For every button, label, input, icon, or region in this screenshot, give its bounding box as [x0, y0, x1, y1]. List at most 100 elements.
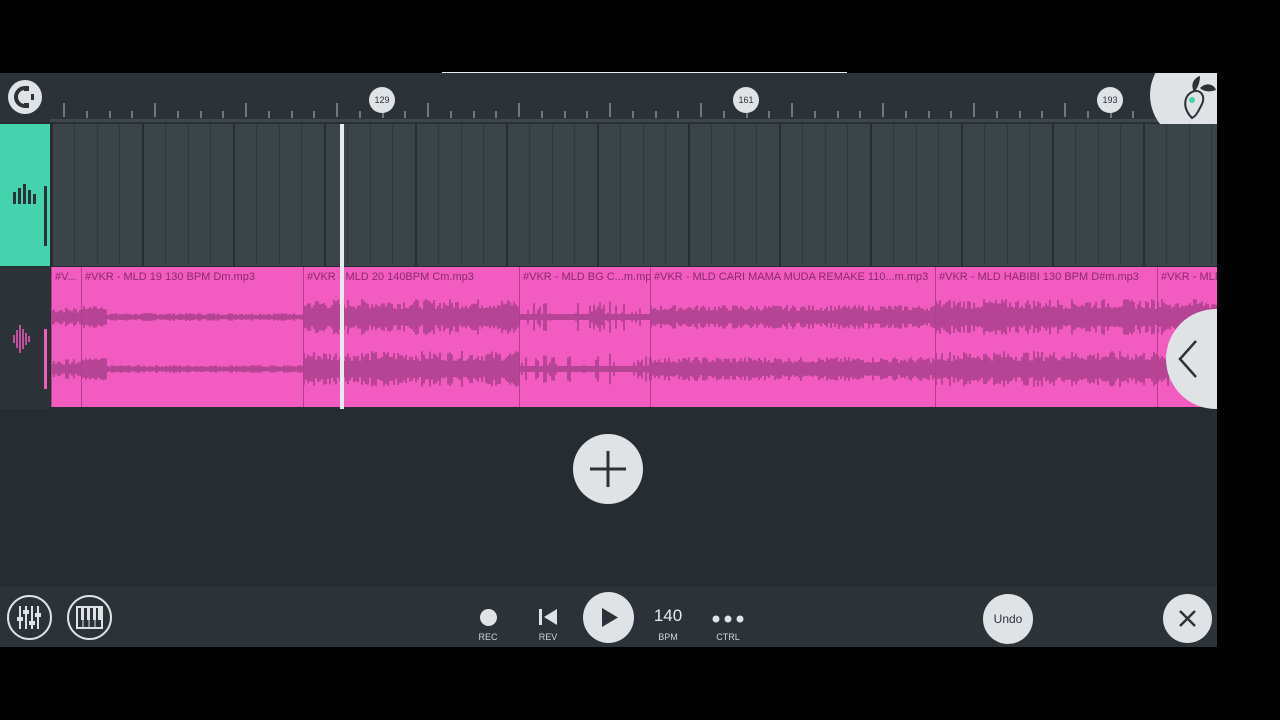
grid-line — [1075, 124, 1076, 266]
grid-line — [643, 124, 644, 266]
grid-line — [324, 124, 326, 266]
chevron-left-icon — [1178, 340, 1197, 378]
audio-clip[interactable]: #VKR - MLD 19 130 BPM Dm.mp3 — [81, 267, 304, 407]
ctrl-button[interactable] — [711, 611, 745, 623]
record-button[interactable] — [480, 609, 497, 626]
waveform-channel — [304, 299, 519, 335]
ruler-tick — [131, 111, 133, 118]
ruler-tick — [291, 111, 293, 118]
audio-clip[interactable]: #VKR - MLD HABIBI 130 BPM D#m.mp3 — [935, 267, 1158, 407]
undo-button[interactable]: Undo — [983, 594, 1033, 644]
clip-label: #VKR - MLD — [1161, 271, 1217, 283]
grid-line — [188, 124, 189, 266]
mixer-button[interactable] — [7, 595, 52, 640]
grid-line — [1143, 124, 1145, 266]
ruler-tick — [427, 103, 429, 117]
grid-line — [1007, 124, 1008, 266]
bar-marker-161[interactable]: 161 — [733, 87, 759, 113]
more-dots-icon — [712, 615, 744, 623]
bpm-value[interactable]: 140 — [646, 606, 690, 626]
waveform-channel — [52, 307, 81, 327]
bar-marker-129[interactable]: 129 — [369, 87, 395, 113]
ruler-tick — [450, 111, 452, 118]
audio-clip[interactable]: #VKR - MLD CARI MAMA MUDA REMAKE 110...m… — [650, 267, 936, 407]
ruler-baseline — [50, 119, 1217, 122]
ruler-tick — [632, 111, 634, 118]
piano-roll-button[interactable] — [67, 595, 112, 640]
grid-line — [802, 124, 803, 266]
grid-line — [279, 124, 280, 266]
waveform-channel — [651, 357, 936, 381]
ruler-tick — [814, 111, 816, 118]
playhead[interactable] — [340, 124, 344, 409]
play-icon — [602, 608, 618, 627]
ruler-tick — [609, 103, 611, 117]
ruler-tick — [564, 111, 566, 118]
grid-line — [552, 124, 553, 266]
ctrl-label: CTRL — [716, 632, 740, 642]
bpm-label: BPM — [658, 632, 678, 642]
grid-line — [620, 124, 621, 266]
bar-marker-193[interactable]: 193 — [1097, 87, 1123, 113]
ruler-tick — [336, 103, 338, 117]
grid-line — [1211, 124, 1212, 266]
waveform-channel — [82, 306, 303, 328]
close-button[interactable] — [1163, 594, 1212, 643]
clip-label: #VKR - MLD BG C...m.mp3 — [523, 271, 651, 283]
clip-label: #VKR - MLD HABIBI 130 BPM D#m.mp3 — [939, 271, 1139, 283]
play-button[interactable] — [583, 592, 634, 643]
ruler-tick — [1087, 111, 1089, 118]
audio-track-lane[interactable]: #V... #VKR - MLD 19 130 BPM Dm.mp3 #VKR … — [51, 267, 1217, 407]
track-header-audio[interactable] — [0, 267, 50, 409]
rewind-button[interactable] — [537, 607, 559, 627]
track-header-pattern[interactable] — [0, 124, 50, 266]
audio-clip[interactable]: #VKR - MLD BG C...m.mp3 — [519, 267, 651, 407]
grid-line — [893, 124, 894, 266]
timeline-ruler[interactable]: 129 161 193 — [0, 73, 1217, 123]
audio-clip[interactable]: #V... — [51, 267, 82, 407]
ruler-tick — [245, 103, 247, 117]
ruler-tick — [359, 111, 361, 118]
grid-line — [1189, 124, 1190, 266]
ruler-tick — [859, 111, 861, 118]
waveform-channel — [82, 358, 303, 380]
grid-line — [938, 124, 939, 266]
skip-back-icon — [539, 609, 557, 625]
grid-line — [392, 124, 393, 266]
ruler-tick — [63, 103, 65, 117]
grid-line — [756, 124, 757, 266]
transport-bar: REC REV 140 BPM CTRL Undo — [0, 587, 1217, 647]
ruler-tick — [1064, 103, 1066, 117]
audio-clip[interactable]: #VKR - MLD 20 140BPM Cm.mp3 — [303, 267, 520, 407]
ruler-tick — [837, 111, 839, 118]
rev-label: REV — [538, 632, 558, 642]
magnet-icon[interactable] — [8, 80, 42, 114]
grid-line — [734, 124, 735, 266]
ruler-tick — [1132, 111, 1134, 118]
grid-line — [233, 124, 235, 266]
ruler-tick — [973, 103, 975, 117]
grid-line — [415, 124, 417, 266]
grid-line — [1120, 124, 1121, 266]
ruler-tick — [313, 111, 315, 118]
close-icon — [1179, 610, 1196, 627]
grid-line — [461, 124, 462, 266]
waveform-channel — [936, 299, 1157, 335]
grid-line — [961, 124, 963, 266]
grid-line — [870, 124, 872, 266]
grid-line — [847, 124, 848, 266]
plus-icon — [590, 451, 626, 487]
ruler-tick — [200, 111, 202, 118]
ruler-tick — [928, 111, 930, 118]
waveform-channel — [52, 359, 81, 379]
waveform-channel — [520, 353, 651, 385]
collapse-panel-button[interactable] — [1166, 309, 1217, 409]
ruler-tick — [905, 111, 907, 118]
add-track-button[interactable] — [573, 434, 643, 504]
grid-line — [529, 124, 530, 266]
piano-icon — [76, 606, 103, 629]
grid-line — [1166, 124, 1167, 266]
grid-line — [210, 124, 211, 266]
pattern-track-lane[interactable] — [51, 124, 1217, 266]
waveform-channel — [304, 351, 519, 387]
